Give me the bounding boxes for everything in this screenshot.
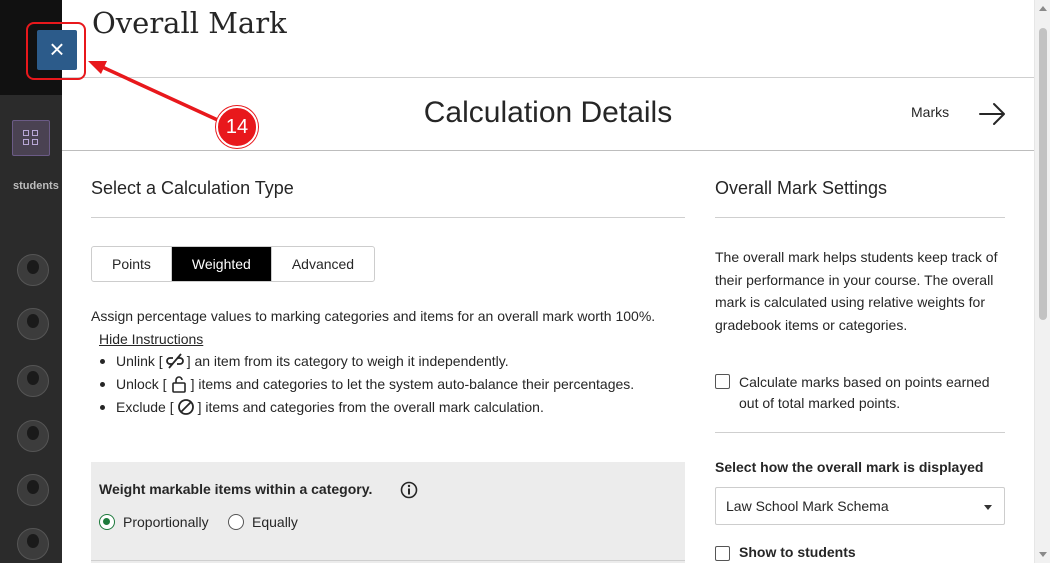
display-select-label: Select how the overall mark is displayed [715,459,984,475]
avatar [17,420,49,452]
instruction-exclude: Exclude [ ] items and categories from th… [100,398,544,416]
overall-mark-panel: Overall Mark Calculation Details Marks S… [62,0,1034,563]
weight-items-label: Weight markable items within a category. [99,481,373,497]
exclude-icon [177,399,194,415]
divider [91,217,685,218]
tab-weighted[interactable]: Weighted [171,247,272,281]
scroll-down-icon[interactable] [1039,552,1047,557]
checkbox-icon [715,546,730,561]
info-icon[interactable] [400,481,418,499]
points-calculation-checkbox[interactable]: Calculate marks based on points earned o… [715,372,1007,414]
avatar [17,308,49,340]
step-callout: 14 [216,106,258,148]
calculation-type-heading: Select a Calculation Type [91,178,294,198]
divider [715,432,1005,433]
unlock-icon [171,376,186,393]
tab-advanced[interactable]: Advanced [272,247,374,281]
instruction-unlink: Unlink [ ] an item from its category to … [100,353,509,369]
chevron-down-icon [984,505,992,510]
overall-mark-settings-heading: Overall Mark Settings [715,178,888,198]
overall-mark-description: The overall mark helps students keep tra… [715,249,998,333]
divider [715,217,1005,218]
background-page: students [0,0,62,563]
divider [62,77,1034,78]
annotation-highlight [26,22,86,80]
hide-instructions-link[interactable]: Hide Instructions [99,331,203,347]
calculation-type-tabs: Points Weighted Advanced [91,246,376,282]
radio-indicator [228,514,244,530]
calculation-details-title: Calculation Details [423,96,673,129]
background-students-label: students [13,180,59,192]
checkbox-icon [715,374,730,389]
marks-link[interactable]: Marks [911,104,949,120]
panel-title: Overall Mark [92,6,287,40]
weighted-description: Assign percentage values to marking cate… [91,308,656,324]
avatar [17,365,49,397]
instruction-unlock: Unlock [ ] items and categories to let t… [100,375,634,393]
radio-equally[interactable]: Equally [228,514,298,530]
avatar [17,528,49,560]
mark-schema-select[interactable]: Law School Mark Schema [715,487,1005,525]
scroll-up-icon[interactable] [1039,6,1047,11]
divider [91,560,685,561]
radio-proportionally[interactable]: Proportionally [99,514,209,530]
avatar [17,254,49,286]
weight-settings-box: Weight markable items within a category.… [91,462,685,563]
divider [62,150,1034,151]
unlink-icon [165,353,184,369]
scrollbar[interactable] [1034,0,1050,563]
grid-view-icon [12,120,50,156]
show-to-students-checkbox[interactable]: Show to students [715,544,856,561]
tab-points[interactable]: Points [92,247,172,281]
avatar [17,474,49,506]
scrollbar-thumb[interactable] [1039,28,1047,320]
arrow-right-icon[interactable] [978,100,1008,128]
radio-selected-indicator [99,514,115,530]
